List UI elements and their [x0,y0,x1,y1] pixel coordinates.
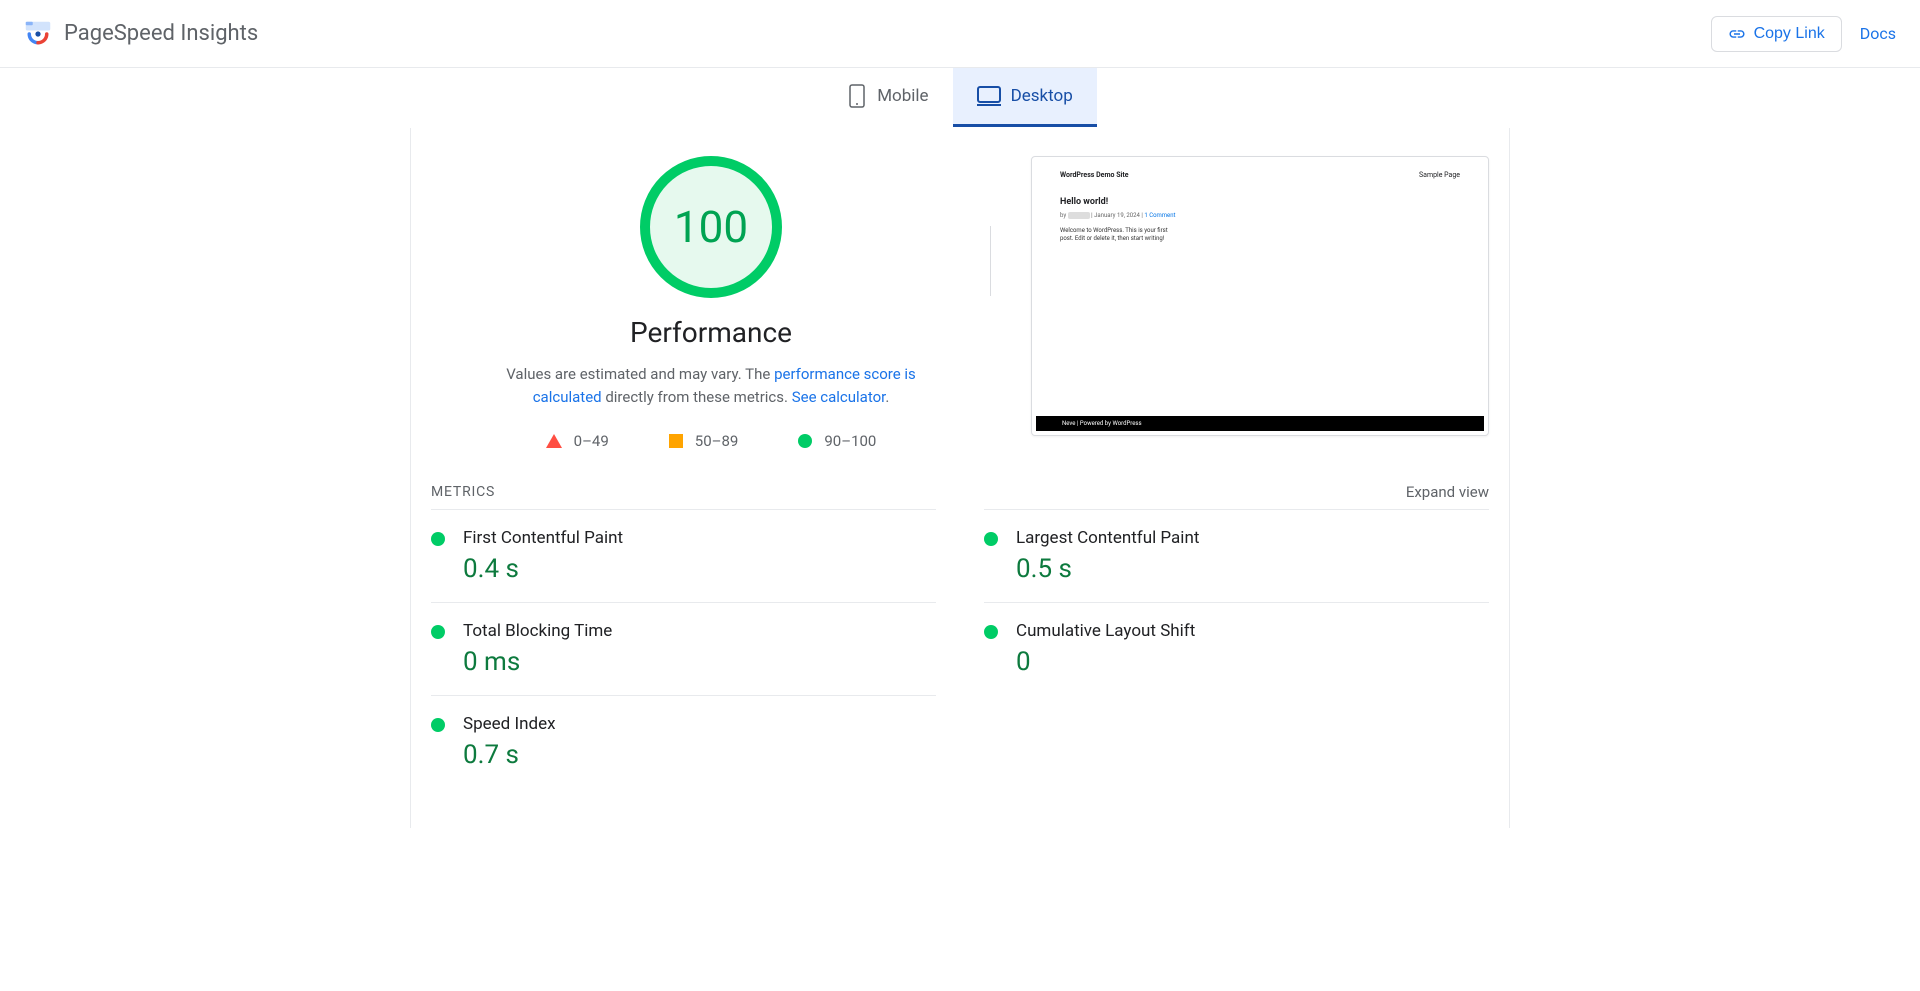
desktop-icon [977,86,1001,106]
metric-lcp: Largest Contentful Paint 0.5 s [984,509,1489,602]
expand-view-toggle[interactable]: Expand view [1406,483,1489,501]
metric-name: Total Blocking Time [463,621,936,641]
preview-nav: Sample Page [1419,171,1460,179]
app-title: PageSpeed Insights [64,21,258,46]
legend-range-fail: 0–49 [574,432,609,450]
copy-link-label: Copy Link [1754,25,1825,43]
preview-author-blur: xx [1068,212,1090,219]
circle-icon [798,434,812,448]
status-dot-icon [431,625,445,639]
copy-link-button[interactable]: Copy Link [1711,16,1842,52]
report-content: 100 Performance Values are estimated and… [410,128,1510,828]
gauge-ring: 100 [640,156,782,298]
preview-meta: by xx | January 19, 2024 | 1 Comment [1060,212,1460,219]
legend-pass: 90–100 [798,432,876,450]
legend-fail: 0–49 [546,432,609,450]
tab-desktop[interactable]: Desktop [953,68,1097,127]
metric-value: 0.4 s [463,554,936,584]
performance-summary: 100 Performance Values are estimated and… [431,156,991,450]
metric-name: Speed Index [463,714,936,734]
tab-mobile-label: Mobile [877,86,928,106]
header-left: PageSpeed Insights [24,20,258,48]
metric-tbt: Total Blocking Time 0 ms [431,602,936,695]
metrics-grid: First Contentful Paint 0.4 s Largest Con… [411,509,1509,788]
metric-fcp: First Contentful Paint 0.4 s [431,509,936,602]
preview-post-title: Hello world! [1060,197,1460,207]
metric-si: Speed Index 0.7 s [431,695,936,788]
link-icon [1728,25,1746,43]
preview-body: Welcome to WordPress. This is your first… [1060,227,1180,243]
status-dot-icon [984,625,998,639]
preview-date: January 19, 2024 [1094,212,1140,219]
square-icon [669,434,683,448]
preview-comments: 1 Comment [1144,212,1175,219]
vertical-divider [990,226,991,296]
legend-range-pass: 90–100 [824,432,876,450]
performance-title: Performance [431,316,991,349]
tab-mobile[interactable]: Mobile [823,68,952,127]
preview-page: WordPress Demo Site Sample Page Hello wo… [1032,157,1488,257]
docs-link[interactable]: Docs [1860,24,1896,43]
preview-footer: Neve | Powered by WordPress [1036,416,1484,431]
metric-value: 0 [1016,647,1489,677]
status-dot-icon [984,532,998,546]
preview-site-title: WordPress Demo Site [1060,171,1129,179]
metric-value: 0.5 s [1016,554,1489,584]
legend-range-average: 50–89 [695,432,739,450]
header-right: Copy Link Docs [1711,16,1896,52]
metrics-header: METRICS Expand view [411,471,1509,509]
mobile-icon [847,84,867,108]
caption-text: Values are estimated and may vary. The [506,365,774,383]
metric-name: First Contentful Paint [463,528,936,548]
tab-desktop-label: Desktop [1011,86,1073,106]
app-header: PageSpeed Insights Copy Link Docs [0,0,1920,68]
metric-value: 0.7 s [463,740,936,770]
metrics-title: METRICS [431,484,495,500]
caption-dot: . [885,388,889,406]
preview-header: WordPress Demo Site Sample Page [1060,171,1460,179]
metric-name: Cumulative Layout Shift [1016,621,1489,641]
performance-score: 100 [674,201,748,253]
status-dot-icon [431,532,445,546]
performance-caption: Values are estimated and may vary. The p… [471,363,951,408]
see-calculator-link[interactable]: See calculator [792,388,886,406]
caption-text-2: directly from these metrics. [602,388,792,406]
score-gauge: 100 [640,156,782,298]
page-screenshot: WordPress Demo Site Sample Page Hello wo… [1031,156,1489,436]
triangle-icon [546,434,562,448]
metric-cls: Cumulative Layout Shift 0 [984,602,1489,695]
legend-average: 50–89 [669,432,739,450]
metric-name: Largest Contentful Paint [1016,528,1489,548]
preview-meta-by: by [1060,212,1066,219]
pagespeed-logo-icon [24,20,52,48]
device-tabs: Mobile Desktop [0,68,1920,128]
performance-section: 100 Performance Values are estimated and… [411,156,1509,471]
metric-value: 0 ms [463,647,936,677]
score-legend: 0–49 50–89 90–100 [431,432,991,450]
status-dot-icon [431,718,445,732]
page-preview-container: WordPress Demo Site Sample Page Hello wo… [1031,156,1489,450]
